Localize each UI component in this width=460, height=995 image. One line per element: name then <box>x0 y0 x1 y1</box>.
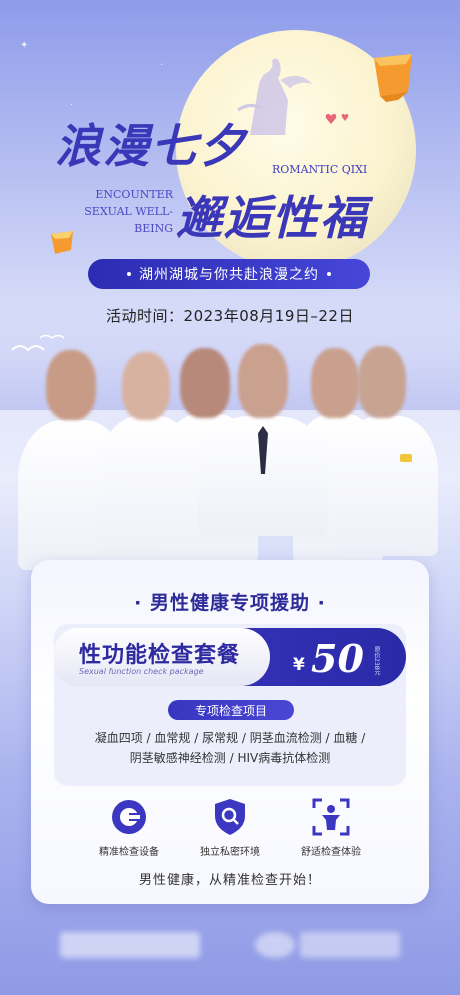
dot-icon <box>127 272 131 276</box>
star-icon: · <box>400 130 404 141</box>
footer-emblem-blurred <box>255 932 295 958</box>
shield-search-icon <box>215 799 245 835</box>
star-icon: ✦ <box>20 40 29 51</box>
price-currency: ¥ <box>293 655 305 675</box>
footer-logo-blurred <box>60 932 200 958</box>
english-tagline-line1: ENCOUNTER <box>95 188 173 201</box>
offer-card: · 男性健康专项援助 · 性功能检查套餐 Sexual function che… <box>31 560 429 904</box>
english-tagline-line2: SEXUAL WELL-BEING <box>84 205 173 235</box>
card-title: · 男性健康专项援助 · <box>134 592 326 614</box>
feature-label: 独立私密环境 <box>200 847 260 858</box>
package-name: 性功能检查套餐 <box>79 642 241 668</box>
person-scan-icon <box>312 798 350 836</box>
original-price: 原价238元 <box>373 646 380 676</box>
feature-label: 精准检查设备 <box>99 847 159 858</box>
event-time: 活动时间：2023年08月19日–22日 <box>106 307 354 325</box>
star-icon: · <box>160 60 164 71</box>
feature-private-room: 独立私密环境 <box>182 798 278 858</box>
dot-icon <box>327 272 331 276</box>
doctors-photo <box>18 340 442 570</box>
english-tagline: ENCOUNTER SEXUAL WELL-BEING <box>55 186 173 237</box>
price-value: 50 <box>311 636 364 681</box>
feature-label: 舒适检查体验 <box>301 847 361 858</box>
main-title-line2: 邂逅性福 <box>176 191 368 245</box>
slogan: 男性健康，从精准检查开始！ <box>138 873 321 888</box>
exam-items-line2: 阴茎敏感神经检测 / HIV病毒抗体检测 <box>129 751 331 765</box>
feature-comfort: 舒适检查体验 <box>283 798 379 858</box>
exam-items-label: 专项检查项目 <box>168 700 294 720</box>
exam-items-line1: 凝血四项 / 血常规 / 尿常规 / 阴茎血流检测 / 血糖 / <box>94 731 366 745</box>
precision-device-icon <box>112 800 146 834</box>
english-subtitle: ROMANTIC QIXI <box>272 163 368 176</box>
feature-precision-device: 精准检查设备 <box>81 798 177 858</box>
footer-text-blurred <box>300 932 400 958</box>
sky-lantern-icon <box>374 54 412 102</box>
hearts-icon <box>325 114 349 124</box>
tagline-pill: 湖州湖城与你共赴浪漫之约 <box>88 259 370 289</box>
package-name-en: Sexual function check package <box>79 667 204 676</box>
main-title: 浪漫七夕 <box>55 119 247 173</box>
tagline-text: 湖州湖城与你共赴浪漫之约 <box>139 267 319 283</box>
